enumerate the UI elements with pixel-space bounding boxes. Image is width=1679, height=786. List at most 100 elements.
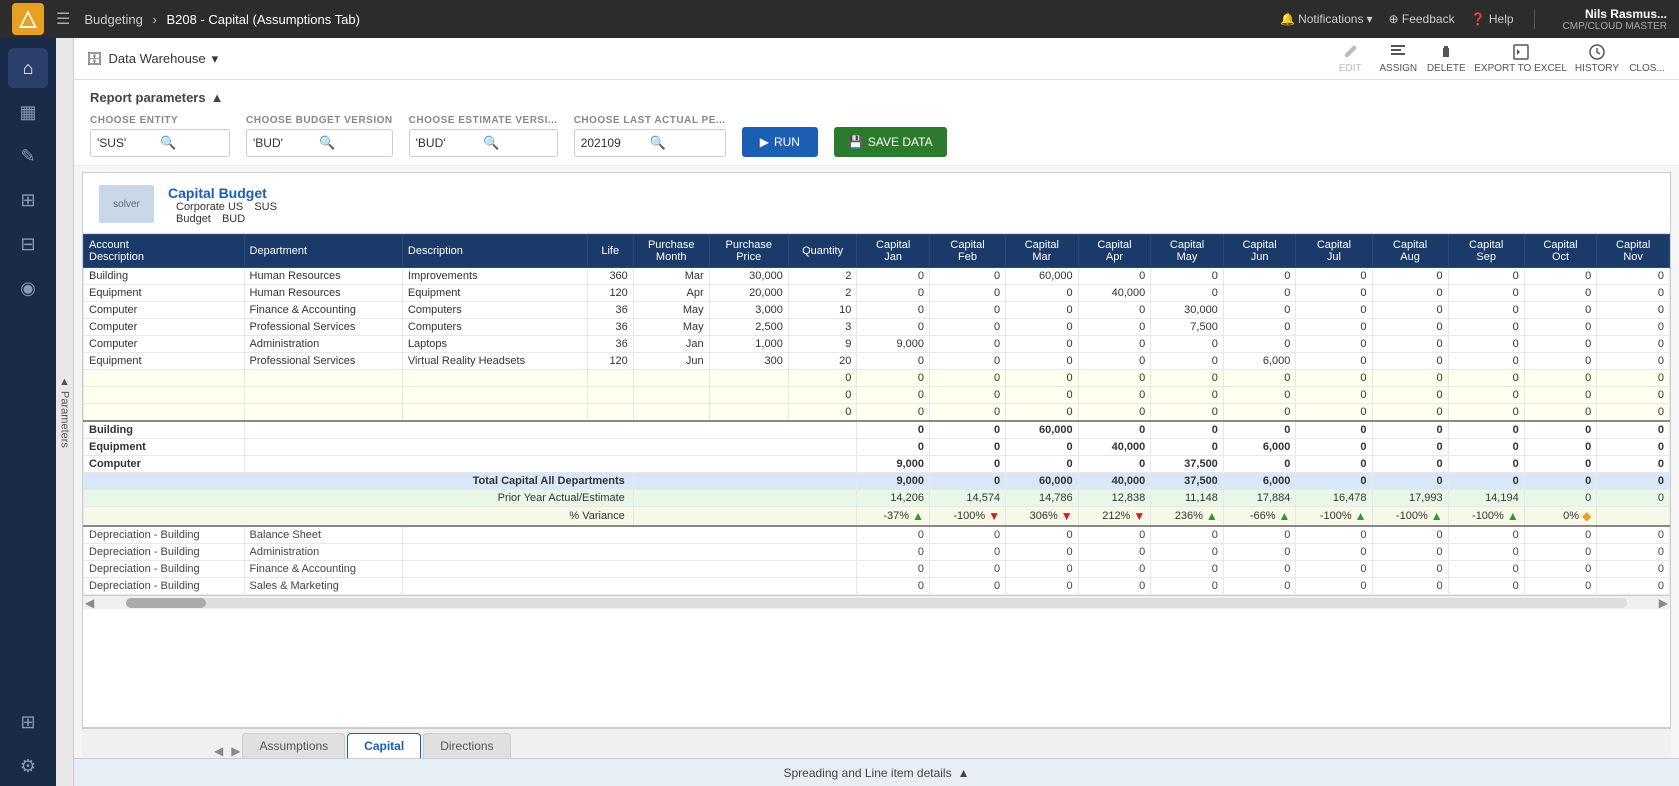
table-container[interactable]: AccountDescription Department Descriptio…	[83, 234, 1670, 595]
variance-row: % Variance -37%▲ -100%▼ 306%▼ 212%▼ 236%…	[84, 507, 1670, 527]
last-actual-input[interactable]: 202109 🔍	[574, 129, 726, 157]
table-row[interactable]: Computer Administration Laptops 36 Jan 1…	[84, 336, 1670, 353]
depreciation-row[interactable]: Depreciation - Building Administration 0…	[84, 544, 1670, 561]
sidebar-item-home[interactable]: ⌂	[8, 48, 48, 88]
budget-param: CHOOSE BUDGET VERSION 'BUD' 🔍	[246, 115, 393, 157]
tab-scroll-arrows: ◀ ▶	[212, 744, 242, 758]
col-account: AccountDescription	[84, 235, 245, 268]
parameters-sidebar-tab[interactable]: ▲ Parameters	[56, 38, 74, 786]
export-excel-button[interactable]: EXPORT TO EXCEL	[1474, 43, 1567, 74]
assign-button[interactable]: ASSIGN	[1378, 43, 1418, 74]
sidebar-item-calc[interactable]: ⊟	[8, 224, 48, 264]
breadcrumb-current: B208 - Capital (Assumptions Tab)	[167, 12, 360, 27]
tab-scroll-left[interactable]: ◀	[212, 744, 225, 758]
depreciation-row[interactable]: Depreciation - Building Sales & Marketin…	[84, 578, 1670, 595]
total-capital-row: Total Capital All Departments 9,000 0 60…	[84, 473, 1670, 490]
breadcrumb-start[interactable]: Budgeting	[84, 12, 143, 27]
entity-input[interactable]: 'SUS' 🔍	[90, 129, 230, 157]
budget-label: CHOOSE BUDGET VERSION	[246, 115, 393, 126]
tab-assumptions[interactable]: Assumptions	[242, 733, 345, 758]
spreading-bar[interactable]: Spreading and Line item details ▲	[74, 758, 1679, 786]
col-cap-oct: CapitalOct	[1524, 235, 1597, 268]
user-profile[interactable]: Nils Rasmus... CMP/CLOUD MASTER	[1563, 7, 1667, 32]
depreciation-row[interactable]: Depreciation - Building Finance & Accoun…	[84, 561, 1670, 578]
report-parameters: Report parameters ▲ CHOOSE ENTITY 'SUS' …	[74, 80, 1679, 166]
save-data-button[interactable]: 💾 SAVE DATA	[834, 127, 947, 157]
depreciation-row[interactable]: Depreciation - Building Balance Sheet 00…	[84, 526, 1670, 544]
estimate-label: CHOOSE ESTIMATE VERSI...	[409, 115, 558, 126]
sidebar-item-users[interactable]: ◉	[8, 268, 48, 308]
data-warehouse-label: Data Warehouse	[109, 51, 206, 66]
sidebar-item-reports[interactable]: ▦	[8, 92, 48, 132]
entity-search-icon[interactable]: 🔍	[160, 135, 223, 151]
col-cap-sep: CapitalSep	[1448, 235, 1524, 268]
col-desc: Description	[402, 235, 587, 268]
tab-scroll-right[interactable]: ▶	[229, 744, 242, 758]
budget-search-icon[interactable]: 🔍	[319, 135, 385, 151]
table-header-row: AccountDescription Department Descriptio…	[84, 235, 1670, 268]
last-actual-search-icon[interactable]: 🔍	[650, 135, 719, 151]
user-role: CMP/CLOUD MASTER	[1563, 21, 1667, 32]
scroll-right-arrow[interactable]: ▶	[1657, 596, 1670, 610]
budget-input[interactable]: 'BUD' 🔍	[246, 129, 393, 157]
spreading-label: Spreading and Line item details	[783, 766, 951, 780]
col-cap-nov: CapitalNov	[1597, 235, 1670, 268]
col-quantity: Quantity	[788, 235, 857, 268]
summary-row-building: Building 0 0 60,000 0 0 0 0 0 0	[84, 421, 1670, 439]
table-row[interactable]: Equipment Professional Services Virtual …	[84, 353, 1670, 370]
estimate-input[interactable]: 'BUD' 🔍	[409, 129, 558, 157]
sheet-logo: solver	[99, 185, 154, 223]
col-cap-aug: CapitalAug	[1372, 235, 1448, 268]
table-row[interactable]: Computer Finance & Accounting Computers …	[84, 302, 1670, 319]
spreadsheet-wrapper[interactable]: solver Capital Budget Corporate US SUS B…	[82, 172, 1671, 728]
user-name: Nils Rasmus...	[1585, 7, 1667, 21]
edit-button[interactable]: EDIT	[1330, 43, 1370, 74]
col-cap-mar: CapitalMar	[1006, 235, 1079, 268]
sheet-tabs: ◀ ▶ Assumptions Capital Directions	[82, 728, 1671, 758]
breadcrumb: Budgeting › B208 - Capital (Assumptions …	[84, 12, 360, 27]
table-row-empty[interactable]: 0 00000000000	[84, 404, 1670, 422]
sidebar-item-modules[interactable]: ⊞	[8, 702, 48, 742]
estimate-search-icon[interactable]: 🔍	[483, 135, 551, 151]
params-row: CHOOSE ENTITY 'SUS' 🔍 CHOOSE BUDGET VERS…	[90, 115, 1663, 157]
dropdown-arrow: ▾	[212, 51, 219, 67]
run-button[interactable]: ▶ RUN	[742, 127, 818, 157]
table-row[interactable]: Building Human Resources Improvements 36…	[84, 268, 1670, 285]
nav-divider	[1534, 9, 1535, 29]
cell-desc: Improvements	[402, 268, 587, 285]
tab-capital[interactable]: Capital	[347, 733, 421, 758]
cell-dept: Human Resources	[244, 268, 402, 285]
table-row[interactable]: Computer Professional Services Computers…	[84, 319, 1670, 336]
sheet-header: solver Capital Budget Corporate US SUS B…	[83, 173, 1670, 234]
tab-directions[interactable]: Directions	[423, 733, 510, 758]
data-warehouse-selector[interactable]: 🗄 Data Warehouse ▾	[86, 51, 218, 67]
data-warehouse-icon: 🗄	[86, 51, 103, 67]
notifications-button[interactable]: 🔔 Notifications ▾	[1280, 12, 1372, 26]
sidebar-item-tasks[interactable]: ✎	[8, 136, 48, 176]
help-button[interactable]: ❓ Help	[1471, 12, 1514, 26]
table-row-empty[interactable]: 0 00000000000	[84, 370, 1670, 387]
table-row[interactable]: Equipment Human Resources Equipment 120 …	[84, 285, 1670, 302]
delete-button[interactable]: DELETE	[1426, 43, 1466, 74]
horizontal-scrollbar[interactable]: ◀ ▶	[83, 595, 1670, 609]
scrollbar-thumb[interactable]	[126, 598, 206, 608]
left-sidebar: ⌂ ▦ ✎ ⊞ ⊟ ◉ ⊞ ⚙	[0, 38, 56, 786]
spreadsheet-area: solver Capital Budget Corporate US SUS B…	[74, 166, 1679, 758]
table-row-empty[interactable]: 0 00000000000	[84, 387, 1670, 404]
summary-row-equipment: Equipment 0 0 0 40,000 0 6,000 0 0 0	[84, 439, 1670, 456]
scrollbar-track[interactable]	[126, 598, 1627, 608]
scroll-left-arrow[interactable]: ◀	[83, 596, 96, 610]
col-dept: Department	[244, 235, 402, 268]
params-title[interactable]: Report parameters ▲	[90, 90, 1663, 105]
summary-row-computer: Computer 9,000 0 0 0 37,500 0 0 0 0	[84, 456, 1670, 473]
sidebar-item-settings[interactable]: ⚙	[8, 746, 48, 786]
feedback-button[interactable]: ⊕ Feedback	[1388, 12, 1454, 26]
close-button[interactable]: CLOS...	[1627, 43, 1667, 74]
sidebar-item-table[interactable]: ⊞	[8, 180, 48, 220]
prior-year-row: Prior Year Actual/Estimate 14,206 14,574…	[84, 490, 1670, 507]
hamburger-menu[interactable]: ☰	[56, 9, 70, 29]
main-content: 🗄 Data Warehouse ▾ EDIT ASSIGN DELETE EX…	[74, 38, 1679, 786]
history-button[interactable]: HISTORY	[1575, 43, 1619, 74]
app-logo	[12, 3, 44, 35]
entity-param: CHOOSE ENTITY 'SUS' 🔍	[90, 115, 230, 157]
